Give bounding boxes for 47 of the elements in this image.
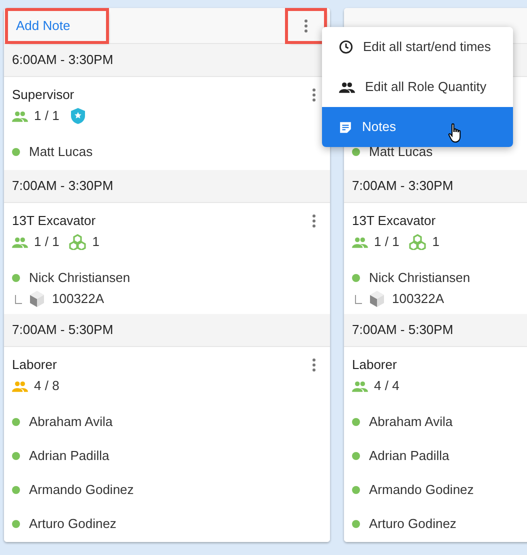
assignee-name: Abraham Avila [29,413,113,432]
role-quantity: 4 / 8 [34,377,60,396]
assignee-name: Matt Lucas [29,143,93,162]
role-quantity: 4 / 4 [374,377,400,396]
assignee-name: Adrian Padilla [369,447,450,466]
more-icon[interactable] [312,88,316,102]
cubes-icon [69,234,86,250]
role-quantity: 1 / 1 [374,233,400,252]
role-quantity: 1 / 1 [34,107,60,126]
cubes-icon [409,234,426,250]
tree-connector-icon [355,294,362,304]
menu-item[interactable]: Edit all Role Quantity [322,67,513,107]
assignee-name: Abraham Avila [369,413,453,432]
assignee-name: Armando Godinez [29,481,134,500]
tree-connector-icon [15,294,22,304]
equipment-count: 1 [92,233,100,252]
role-name: Laborer [352,356,397,374]
assignee-name: Armando Godinez [369,481,474,500]
shift-time: 7:00AM - 3:30PM [352,177,454,196]
role-name: 13T Excavator [352,212,436,230]
assignee-name: Arturo Godinez [29,515,116,534]
role-name: Supervisor [12,86,74,104]
more-icon[interactable] [312,358,316,372]
equipment-count: 1 [432,233,440,252]
assignee-name: Nick Christiansen [29,269,130,288]
note-icon [339,120,352,134]
hand-cursor-icon [448,123,463,143]
menu-item[interactable]: Edit all start/end times [322,27,513,67]
cube-icon [30,291,44,307]
equipment-id: 100322A [52,290,104,308]
more-icon[interactable] [304,18,308,32]
assignee-name: Arturo Godinez [369,515,456,534]
people-icon [339,82,355,92]
cube-icon [370,291,384,307]
role-quantity: 1 / 1 [34,233,60,252]
shift-time: 6:00AM - 3:30PM [12,51,114,70]
menu-item[interactable]: Notes [322,107,513,147]
shift-time: 7:00AM - 3:30PM [12,177,114,196]
role-name: Laborer [12,356,57,374]
shift-time: 7:00AM - 5:30PM [352,321,454,340]
more-icon[interactable] [312,214,316,228]
equipment-id: 100322A [392,290,444,308]
assignee-name: Adrian Padilla [29,447,110,466]
assignee-name: Nick Christiansen [369,269,470,288]
shift-time: 7:00AM - 5:30PM [12,321,114,340]
clock-icon [339,40,353,54]
role-name: 13T Excavator [12,212,96,230]
